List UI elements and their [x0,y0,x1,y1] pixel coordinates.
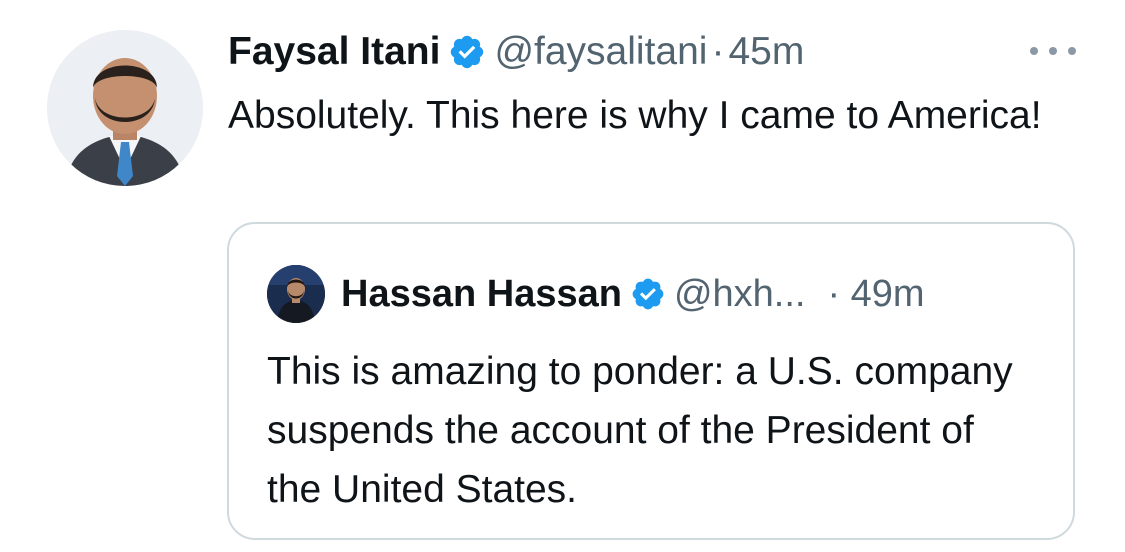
more-options-icon[interactable] [1030,44,1076,58]
author-name[interactable]: Faysal Itani [228,30,440,74]
author-handle[interactable]: @faysalitani [494,30,707,74]
tweet-timestamp[interactable]: 45m [728,30,804,74]
quoted-tweet-header: Hassan Hassan @hxh... · 49m [341,266,925,322]
quoted-tweet-card[interactable]: Hassan Hassan @hxh... · 49m This is amaz… [227,222,1075,540]
separator-dot: · [711,30,725,73]
quoted-tweet-text: This is amazing to ponder: a U.S. compan… [267,350,1013,511]
tweet-header: Faysal Itani @faysalitani · 45m [228,24,804,80]
quoted-author-handle[interactable]: @hxh... [674,273,806,316]
author-avatar[interactable] [47,30,203,186]
quoted-author-name[interactable]: Hassan Hassan [341,273,622,316]
quoted-tweet-timestamp: · 49m [827,272,925,315]
verified-badge-icon [632,278,664,310]
tweet: Faysal Itani @faysalitani · 45m Absolute… [0,0,1125,552]
tweet-text: Absolutely. This here is why I came to A… [228,94,1042,137]
quoted-author-avatar[interactable] [267,265,325,323]
verified-badge-icon [451,35,484,69]
